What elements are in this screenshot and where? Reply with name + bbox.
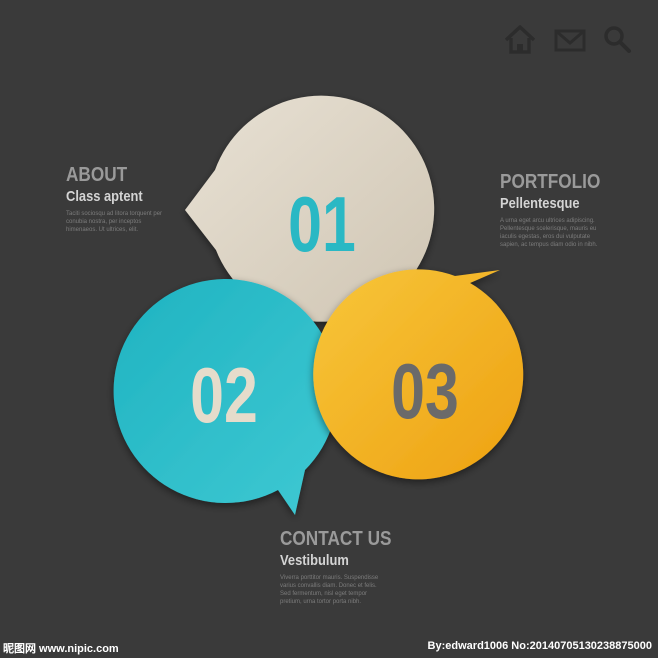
portfolio-block: PORTFOLIO Pellentesque A urna eget arcu …: [500, 171, 600, 249]
contact-body: Viverra porttitor mauris. Suspendisse va…: [280, 575, 379, 605]
watermark-site: 昵图网 www.nipic.com: [3, 643, 119, 655]
portfolio-body: A urna eget arcu ultrices adipiscing. Pe…: [500, 218, 598, 248]
about-block: ABOUT Class aptent Taciti sociosqu ad li…: [66, 164, 166, 234]
portfolio-title: PORTFOLIO: [500, 171, 601, 193]
about-body: Taciti sociosqu ad litora torquent per c…: [66, 211, 163, 233]
contact-block: CONTACT US Vestibulum Viverra porttitor …: [280, 528, 392, 606]
contact-title: CONTACT US: [280, 528, 392, 550]
about-subtitle: Class aptent: [66, 188, 143, 205]
bubble-01-number: 01: [288, 181, 356, 268]
contact-subtitle: Vestibulum: [280, 552, 349, 569]
watermark-footer: 昵图网 www.nipic.com By:edward1006 No:20140…: [0, 636, 658, 658]
infographic-stage: 01 02 03 ABOUT Class aptent Taciti socio…: [0, 0, 658, 658]
bubble-03-number: 03: [391, 348, 459, 435]
bubble-02-number: 02: [190, 352, 258, 439]
watermark-id: By:edward1006 No:20140705130238875000: [427, 640, 652, 652]
about-title: ABOUT: [66, 164, 128, 186]
portfolio-subtitle: Pellentesque: [500, 195, 580, 212]
